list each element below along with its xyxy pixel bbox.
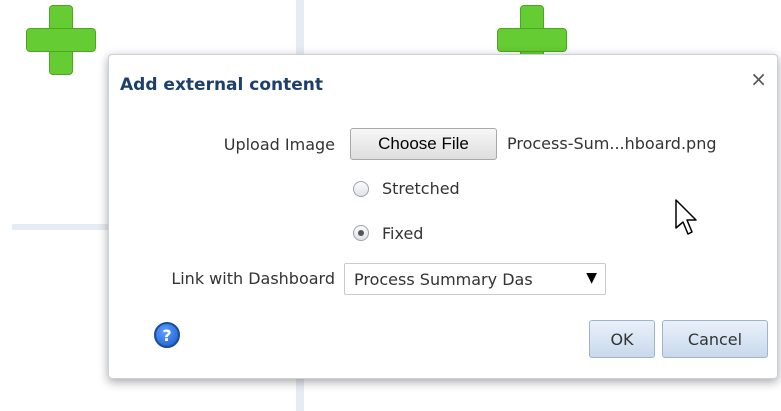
dashboard-select[interactable]: Process Summary Das ▼: [344, 263, 606, 295]
link-with-dashboard-label: Link with Dashboard: [171, 269, 335, 288]
dashboard-grid-divider: [12, 224, 108, 230]
fixed-radio[interactable]: [353, 225, 369, 241]
dialog-title: Add external content: [120, 75, 324, 95]
close-icon[interactable]: ×: [750, 69, 767, 89]
help-icon[interactable]: ?: [154, 322, 180, 348]
stretched-radio[interactable]: [353, 181, 369, 197]
dashboard-select-value: Process Summary Das: [354, 270, 533, 289]
add-widget-plus-icon[interactable]: [26, 5, 96, 75]
upload-image-label: Upload Image: [223, 135, 335, 154]
fixed-radio-label: Fixed: [382, 224, 424, 243]
chevron-down-icon: ▼: [583, 270, 597, 286]
ok-button[interactable]: OK: [589, 320, 655, 358]
cancel-button[interactable]: Cancel: [662, 320, 768, 358]
stretched-radio-label: Stretched: [382, 179, 460, 198]
selected-file-name: Process-Sum...hboard.png: [507, 134, 717, 153]
cursor-icon: [675, 199, 697, 235]
choose-file-button[interactable]: Choose File: [350, 128, 497, 160]
